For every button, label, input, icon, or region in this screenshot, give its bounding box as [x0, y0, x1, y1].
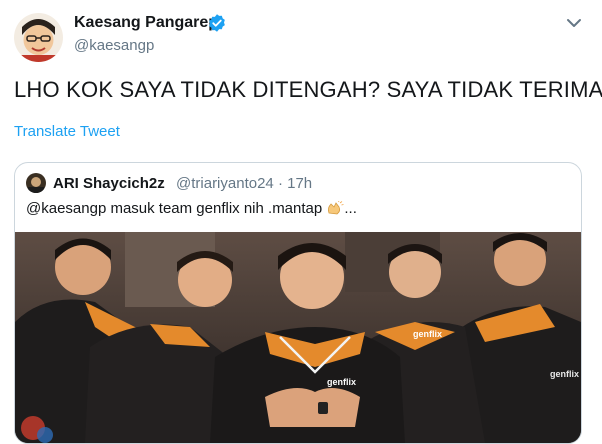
clapping-hands-emoji-icon — [328, 201, 344, 215]
quoted-tweet-text: @kaesangp masuk team genflix nih .mantap… — [26, 200, 357, 217]
quoted-author-handle[interactable]: @triariyanto24 — [176, 175, 274, 192]
verified-badge-icon — [209, 14, 225, 32]
quoted-timestamp[interactable]: 17h — [287, 175, 312, 192]
author-handle[interactable]: @kaesangp — [74, 37, 154, 54]
translate-tweet-link[interactable]: Translate Tweet — [14, 123, 120, 140]
tweet-text: LHO KOK SAYA TIDAK DITENGAH? SAYA TIDAK … — [14, 77, 602, 102]
quoted-text-ellipsis: ... — [344, 200, 357, 217]
quoted-author-meta[interactable]: @triariyanto24 · 17h — [176, 175, 312, 192]
chevron-down-icon[interactable] — [566, 17, 582, 29]
tweet-card: Kaesang Pangarep @kaesangp LHO KOK SAYA … — [0, 0, 602, 444]
author-avatar[interactable] — [14, 13, 63, 62]
team-photo[interactable]: genflix genflix genflix — [15, 232, 581, 443]
svg-text:genflix: genflix — [413, 329, 442, 339]
quoted-tweet[interactable]: ARI Shaycich2z @triariyanto24 · 17h @kae… — [14, 162, 582, 444]
jersey-sponsor: genflix — [327, 377, 356, 387]
svg-text:genflix: genflix — [550, 369, 579, 379]
author-name[interactable]: Kaesang Pangarep — [74, 14, 218, 32]
quoted-author-avatar[interactable] — [26, 173, 46, 193]
quoted-text-main: @kaesangp masuk team genflix nih .mantap — [26, 200, 327, 217]
quoted-author-name[interactable]: ARI Shaycich2z — [53, 175, 165, 192]
meta-separator: · — [277, 175, 283, 192]
